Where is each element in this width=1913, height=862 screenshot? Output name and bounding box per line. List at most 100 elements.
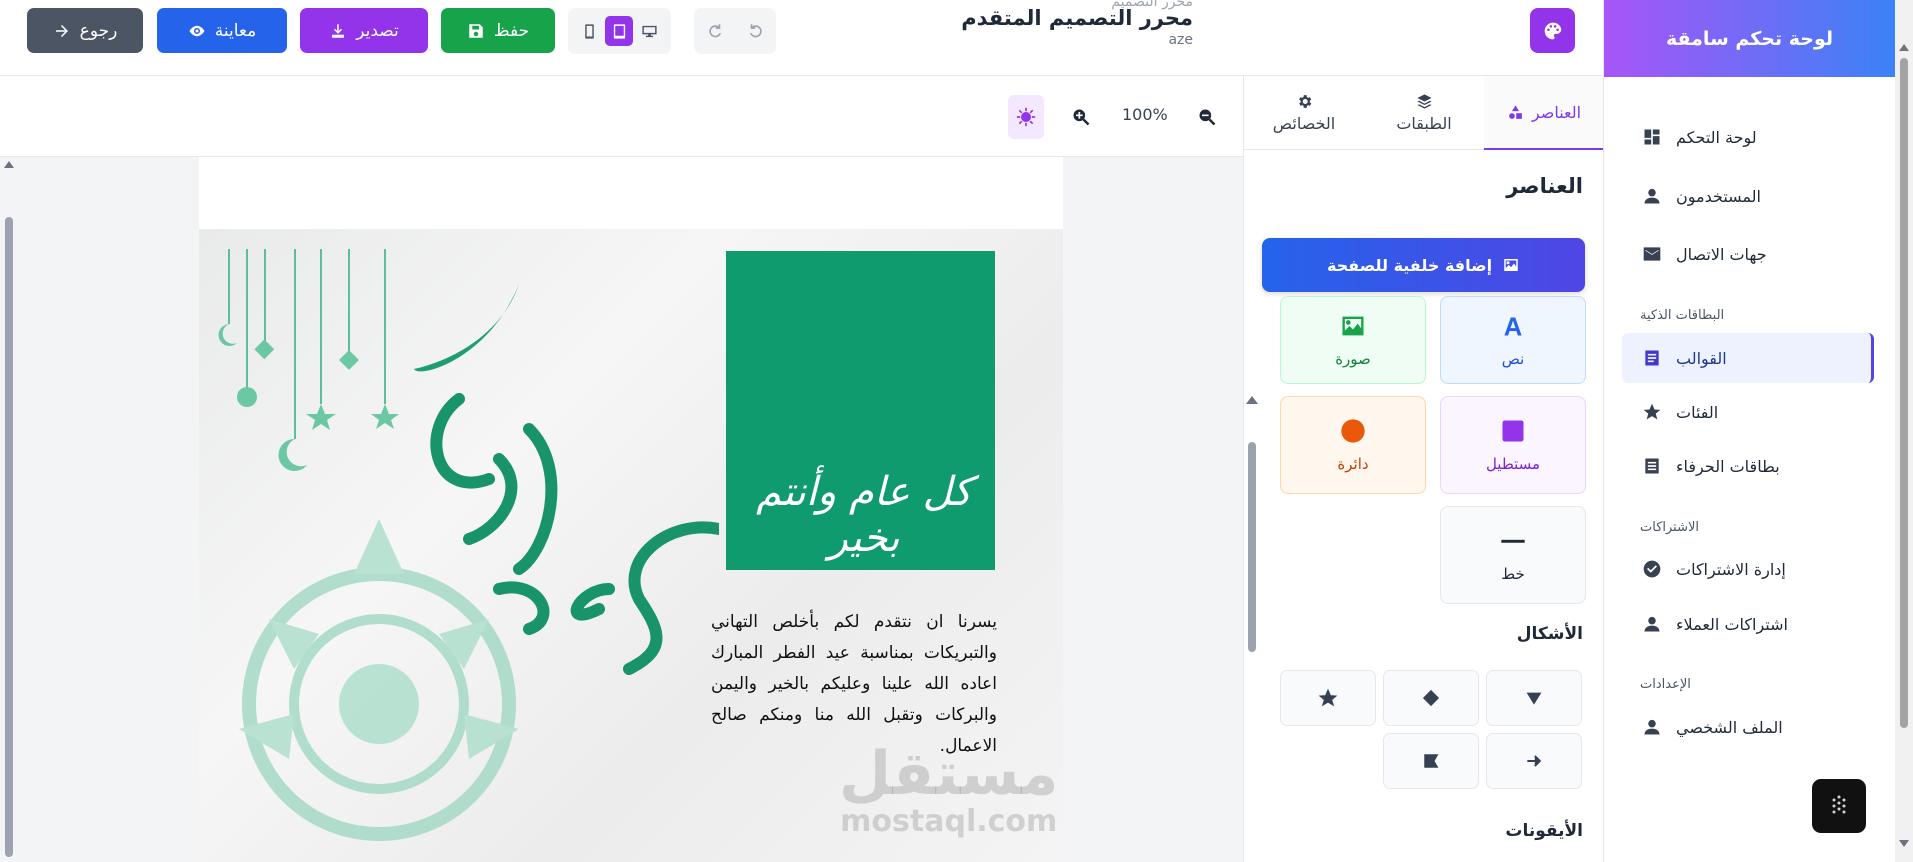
polygon-icon	[1424, 754, 1439, 768]
user-icon	[1644, 616, 1660, 632]
blackbox-icon[interactable]	[1812, 779, 1866, 833]
element-rectangle-label: مستطيل	[1485, 455, 1541, 473]
canvas-area: 100% كل عام وأنتم بخير يسرنا ان نتقدم لك…	[0, 76, 1243, 862]
user-icon	[1644, 719, 1660, 735]
design-page[interactable]: كل عام وأنتم بخير يسرنا ان نتقدم لكم بأخ…	[199, 157, 1063, 862]
shape-triangle[interactable]	[1486, 670, 1582, 726]
back-button[interactable]: رجوع	[27, 8, 143, 53]
zoom-out-button[interactable]	[1189, 95, 1225, 139]
element-text-label: نص	[1501, 350, 1525, 368]
nav-item-client-cards[interactable]: بطاقات الحرفاء	[1622, 441, 1874, 491]
blackbox-logo-icon	[1832, 795, 1846, 814]
shape-polygon[interactable]	[1383, 733, 1479, 789]
shape-diamond[interactable]	[1383, 670, 1479, 726]
tab-elements[interactable]: العناصر	[1484, 76, 1603, 150]
layers-icon	[1416, 94, 1432, 109]
tab-properties-label: الخصائص	[1272, 114, 1336, 133]
device-tablet-button[interactable]	[605, 16, 634, 46]
preview-button[interactable]: معاينة	[157, 8, 287, 53]
admin-brand[interactable]: لوحة تحكم سامقة	[1604, 0, 1895, 77]
nav-item-manage-subscriptions[interactable]: إدارة الاشتراكات	[1622, 544, 1874, 594]
arrow-right-icon	[55, 24, 68, 37]
palette-button[interactable]	[1530, 8, 1575, 53]
card-design[interactable]: كل عام وأنتم بخير يسرنا ان نتقدم لكم بأخ…	[199, 229, 1063, 862]
preview-label: معاينة	[214, 20, 257, 41]
nav-section-cards: البطاقات الذكية	[1640, 308, 1725, 323]
panel-scroll-thumb[interactable]	[1248, 442, 1256, 652]
nav-item-templates[interactable]: القوالب	[1622, 333, 1874, 383]
tab-layers[interactable]: الطبقات	[1364, 76, 1484, 150]
icons-heading: الأيقونات	[1505, 821, 1583, 841]
element-text-tile[interactable]: A نص	[1440, 296, 1586, 384]
user-icon	[1644, 188, 1660, 204]
watermark-arabic: مستقل	[839, 739, 1059, 809]
watermark: مستقل mostaql.com	[839, 744, 1058, 839]
star-icon	[1318, 688, 1338, 707]
tab-elements-label: العناصر	[1531, 102, 1582, 122]
nav-label: الفئات	[1676, 402, 1719, 422]
history-controls	[694, 8, 776, 54]
scroll-thumb[interactable]	[5, 217, 13, 857]
nav-label: المستخدمون	[1676, 186, 1761, 206]
shapes-icon	[1509, 104, 1522, 119]
canvas-scrollbar[interactable]	[0, 157, 18, 862]
panel-scroll-up[interactable]	[1246, 396, 1258, 404]
shape-star[interactable]	[1280, 670, 1376, 726]
panel-scrollbar[interactable]	[1244, 316, 1258, 862]
element-line-label: خط	[1501, 565, 1525, 583]
sun-icon	[1016, 107, 1036, 127]
element-line-tile[interactable]: خط	[1440, 506, 1586, 604]
tab-properties[interactable]: الخصائص	[1244, 76, 1364, 150]
nav-item-users[interactable]: المستخدمون	[1622, 171, 1874, 221]
nav-item-client-subscriptions[interactable]: اشتراكات العملاء	[1622, 599, 1874, 649]
admin-sidebar: لوحة تحكم سامقة لوحة التحكم المستخدمون ج…	[1603, 0, 1895, 862]
device-mobile-button[interactable]	[575, 16, 603, 46]
save-label: حفظ	[493, 20, 530, 41]
save-button[interactable]: حفظ	[441, 8, 555, 53]
mail-icon	[1643, 247, 1661, 261]
export-label: تصدير	[356, 20, 399, 41]
ghost-title: محرر التصميم	[1111, 0, 1193, 10]
nav-item-contacts[interactable]: جهات الاتصال	[1622, 229, 1874, 279]
page-scroll-up[interactable]	[1899, 44, 1909, 51]
document-icon	[1645, 350, 1659, 366]
calligraphy-text[interactable]: كل عام وأنتم بخير	[744, 469, 984, 561]
image-icon	[1342, 316, 1364, 336]
nav-label: لوحة التحكم	[1676, 127, 1757, 147]
desktop-icon	[642, 25, 657, 37]
nav-label: اشتراكات العملاء	[1676, 614, 1788, 634]
dashboard-icon	[1644, 129, 1660, 145]
element-image-tile[interactable]: صورة	[1280, 296, 1426, 384]
element-rectangle-tile[interactable]: مستطيل	[1440, 396, 1586, 494]
tab-layers-label: الطبقات	[1396, 114, 1452, 133]
page-scroll-thumb[interactable]	[1900, 58, 1908, 728]
zoom-in-icon	[1073, 109, 1090, 126]
floppy-icon	[469, 23, 483, 38]
template-name: aze	[1168, 32, 1193, 48]
palette-icon	[1544, 22, 1561, 39]
nav-item-profile[interactable]: الملف الشخصي	[1622, 702, 1874, 752]
export-button[interactable]: تصدير	[300, 8, 428, 53]
page-scrollbar[interactable]	[1895, 0, 1913, 862]
back-label: رجوع	[79, 20, 118, 41]
undo-icon[interactable]	[747, 22, 765, 40]
nav-item-dashboard[interactable]: لوحة التحكم	[1622, 112, 1874, 162]
shape-arrow[interactable]	[1486, 733, 1582, 789]
zoom-in-button[interactable]	[1063, 95, 1099, 139]
redo-icon[interactable]	[706, 22, 724, 40]
nav-label: جهات الاتصال	[1676, 244, 1767, 264]
page-scroll-down[interactable]	[1899, 840, 1909, 847]
device-toggle	[568, 8, 671, 54]
nav-label: إدارة الاشتراكات	[1676, 559, 1786, 579]
eye-icon	[189, 25, 205, 36]
star-icon	[1643, 403, 1661, 420]
element-circle-tile[interactable]: دائرة	[1280, 396, 1426, 494]
nav-item-categories[interactable]: الفئات	[1622, 387, 1874, 437]
scroll-up-arrow[interactable]	[4, 161, 14, 168]
nav-label: القوالب	[1676, 348, 1727, 368]
circle-icon	[1341, 419, 1365, 443]
triangle-down-icon	[1526, 692, 1542, 705]
color-toggle-button[interactable]	[1008, 95, 1044, 139]
add-background-button[interactable]: إضافة خلفية للصفحة	[1262, 238, 1585, 292]
device-desktop-button[interactable]	[636, 16, 664, 46]
